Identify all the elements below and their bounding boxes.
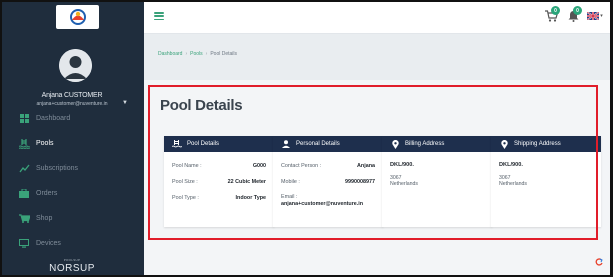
field-label: Contact Person : — [281, 162, 322, 169]
shop-icon — [18, 214, 30, 224]
pool-icon — [18, 138, 30, 149]
field-label: Pool Size : — [172, 178, 198, 185]
devices-icon — [18, 239, 30, 249]
contact-person-row: Contact Person : Anjana — [281, 162, 375, 169]
pool-name-row: Pool Name : G000 — [172, 162, 266, 169]
app-logo[interactable] — [56, 5, 99, 29]
language-selector[interactable]: ▾ — [585, 6, 605, 26]
refresh-icon — [595, 258, 603, 266]
card-title: Shipping Address — [514, 141, 561, 147]
sidebar-item-orders[interactable]: Orders — [0, 181, 144, 206]
card-title: Personal Details — [296, 141, 340, 147]
cart-button[interactable]: 0 — [541, 6, 561, 26]
pool-name-value: G000 — [252, 162, 266, 169]
email-value: anjana+customer@nuventure.in — [281, 201, 364, 207]
topbar: 0 0 ▾ — [144, 0, 613, 34]
map-pin-icon — [499, 139, 509, 149]
breadcrumb: Dashboard › Pools › Pool Details — [158, 51, 237, 57]
chevron-down-icon: ▾ — [600, 13, 603, 19]
billing-address-line-1: DKL/900. — [390, 162, 414, 168]
page-title: Pool Details — [160, 97, 243, 114]
map-pin-icon — [390, 139, 400, 149]
breadcrumb-pools[interactable]: Pools — [190, 51, 203, 57]
brand-name: NORSUP — [49, 263, 95, 274]
sidebar-nav: Dashboard Pools Subscriptions Orders Sho… — [0, 106, 144, 256]
cart-badge: 0 — [551, 6, 560, 15]
personal-details-card: Personal Details Contact Person : Anjana… — [273, 136, 383, 227]
field-label: Pool Type : — [172, 194, 199, 201]
billing-address-country: Netherlands — [390, 181, 418, 187]
sidebar-item-label: Shop — [36, 215, 53, 222]
card-header: Billing Address — [382, 136, 492, 152]
sidebar-item-label: Orders — [36, 190, 58, 197]
card-header: Shipping Address — [491, 136, 601, 152]
user-icon — [281, 140, 291, 148]
uk-flag-icon — [587, 12, 600, 20]
sidebar-item-shop[interactable]: Shop — [0, 206, 144, 231]
breadcrumb-separator-icon: › — [205, 51, 208, 57]
pool-type-row: Pool Type : Indoor Type — [172, 194, 266, 201]
sidebar-item-label: Subscriptions — [36, 165, 79, 172]
card-title: Pool Details — [187, 141, 220, 147]
field-label: Email : — [281, 194, 298, 200]
sidebar-item-label: Devices — [36, 240, 61, 247]
logo-icon — [69, 9, 86, 25]
brand-logo: POOLSUP NORSUP — [0, 258, 144, 274]
dashboard-icon — [18, 114, 30, 124]
brand-small-text: POOLSUP — [63, 258, 81, 262]
email-row: Email : anjana+customer@nuventure.in — [281, 194, 375, 207]
topbar-actions: 0 0 ▾ — [539, 6, 605, 26]
card-body: Contact Person : Anjana Mobile : 9990008… — [273, 152, 383, 208]
card-header: Personal Details — [273, 136, 383, 152]
breadcrumb-current: Pool Details — [210, 51, 238, 57]
card-body: DKL/900. 3067 Netherlands — [382, 152, 492, 187]
pool-size-value: 22 Cubic Meter — [227, 178, 266, 185]
menu-toggle-icon[interactable] — [154, 12, 164, 20]
billing-address-card: Billing Address DKL/900. 3067 Netherland… — [382, 136, 492, 227]
sidebar-item-pools[interactable]: Pools — [0, 131, 144, 156]
card-body: DKL/900. 3067 Netherlands — [491, 152, 601, 187]
orders-icon — [18, 189, 30, 199]
field-label: Pool Name : — [172, 162, 202, 169]
sidebar-item-label: Dashboard — [36, 115, 71, 122]
scroll-top-button[interactable] — [595, 258, 603, 266]
shipping-address-line-1: DKL/900. — [499, 162, 523, 168]
avatar[interactable] — [59, 49, 92, 82]
mobile-row: Mobile : 9990008977 — [281, 178, 375, 185]
pool-type-value: Indoor Type — [235, 194, 266, 201]
breadcrumb-dashboard[interactable]: Dashboard — [158, 51, 182, 57]
mobile-value: 9990008977 — [345, 178, 375, 185]
subscriptions-icon — [18, 164, 30, 174]
sidebar-item-dashboard[interactable]: Dashboard — [0, 106, 144, 131]
card-header: Pool Details — [164, 136, 274, 152]
sidebar-item-subscriptions[interactable]: Subscriptions — [0, 156, 144, 181]
pool-size-row: Pool Size : 22 Cubic Meter — [172, 178, 266, 185]
notification-badge: 0 — [573, 6, 582, 15]
shipping-address-country: Netherlands — [499, 181, 527, 187]
user-avatar-icon — [59, 49, 92, 82]
notifications-button[interactable]: 0 — [563, 6, 583, 26]
pool-details-card: Pool Details Pool Name : G000 Pool Size … — [164, 136, 274, 227]
sidebar-item-devices[interactable]: Devices — [0, 231, 144, 256]
field-label: Mobile : — [281, 178, 300, 185]
shipping-address-card: Shipping Address DKL/900. 3067 Netherlan… — [491, 136, 601, 227]
user-name[interactable]: Anjana CUSTOMER — [0, 92, 144, 99]
contact-person-value: Anjana — [357, 162, 375, 169]
breadcrumb-separator-icon: › — [185, 51, 188, 57]
card-body: Pool Name : G000 Pool Size : 22 Cubic Me… — [164, 152, 274, 201]
sidebar: Anjana CUSTOMER anjana+customer@nuventur… — [0, 0, 144, 277]
card-title: Billing Address — [405, 141, 445, 147]
pool-icon — [172, 140, 182, 148]
sidebar-item-label: Pools — [36, 140, 54, 147]
